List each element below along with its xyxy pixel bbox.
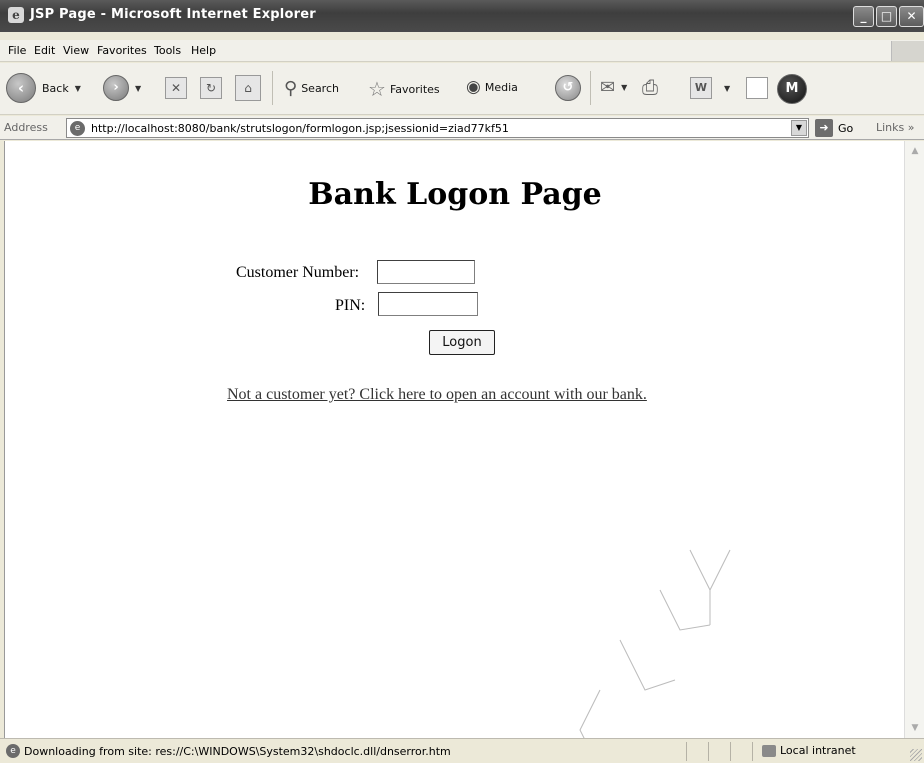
home-button[interactable]: ⌂ [235, 75, 261, 101]
go-arrow-icon: ➜ [815, 119, 833, 137]
search-icon: ⚲ [284, 78, 298, 99]
address-bar: Address e http://localhost:8080/bank/str… [0, 116, 924, 140]
windows-logo-icon [891, 41, 924, 61]
toolbar-separator [272, 71, 273, 105]
address-label: Address [4, 121, 48, 134]
media-icon: ◉ [466, 77, 481, 97]
favorites-label: Favorites [389, 82, 440, 96]
resize-grip[interactable] [910, 749, 922, 761]
chevron-down-icon: ▼ [135, 83, 142, 93]
discuss-icon [746, 77, 768, 99]
forward-arrow-icon: › [103, 75, 129, 101]
back-label: Back [42, 81, 69, 95]
logon-button[interactable]: Logon [429, 330, 495, 355]
address-url: http://localhost:8080/bank/strutslogon/f… [91, 122, 509, 135]
go-label: Go [838, 121, 854, 135]
standard-toolbar: ‹ Back ▼ › ▼ ✕ ↻ ⌂ ⚲ Search ☆ Favorites … [0, 63, 924, 115]
messenger-icon: M [777, 74, 807, 104]
status-divider [686, 742, 687, 761]
menu-tools[interactable]: Tools [154, 44, 181, 57]
page-status-icon: e [6, 744, 20, 758]
zone-label: Local intranet [780, 744, 856, 757]
open-account-link[interactable]: Not a customer yet? Click here to open a… [227, 386, 647, 404]
search-button[interactable]: ⚲ Search [284, 78, 339, 99]
home-icon: ⌂ [235, 75, 261, 101]
status-divider [730, 742, 731, 761]
menu-file[interactable]: File [8, 44, 26, 57]
favorites-button[interactable]: ☆ Favorites [368, 77, 440, 101]
ie-app-icon: e [8, 7, 24, 23]
discuss-button[interactable] [746, 77, 768, 99]
toolbar-separator [590, 71, 591, 105]
status-text: Downloading from site: res://C:\WINDOWS\… [24, 745, 451, 758]
customer-number-input[interactable] [377, 260, 475, 284]
media-label: Media [484, 80, 518, 94]
pin-input[interactable] [378, 292, 478, 316]
refresh-button[interactable]: ↻ [200, 77, 222, 99]
status-divider [752, 742, 753, 761]
word-icon: W [690, 77, 712, 99]
history-button[interactable]: ↺ [555, 75, 581, 101]
chevron-down-icon: ▼ [724, 83, 731, 93]
print-button[interactable]: ⎙ [642, 75, 658, 99]
media-button[interactable]: ◉ Media [466, 77, 518, 97]
status-divider [708, 742, 709, 761]
messenger-button[interactable]: M [777, 74, 807, 104]
browser-window: e JSP Page - Microsoft Internet Explorer… [0, 0, 924, 763]
search-label: Search [301, 82, 339, 95]
menu-view[interactable]: View [63, 44, 89, 57]
chevron-down-icon: ▼ [621, 83, 628, 92]
page-icon: e [70, 121, 85, 136]
scroll-up-icon[interactable]: ▲ [907, 143, 923, 159]
title-bar: e JSP Page - Microsoft Internet Explorer… [0, 0, 924, 32]
forward-button[interactable]: › ▼ [103, 75, 141, 101]
menu-edit[interactable]: Edit [34, 44, 55, 57]
links-button[interactable]: Links » [876, 121, 914, 134]
go-button[interactable]: ➜ Go [815, 119, 853, 137]
maximize-button[interactable]: □ [876, 6, 897, 27]
refresh-icon: ↻ [200, 77, 222, 99]
security-zone: Local intranet [762, 744, 856, 757]
edit-button[interactable]: W ▼ [690, 77, 730, 99]
menu-help[interactable]: Help [191, 44, 216, 57]
mail-button[interactable]: ✉ ▼ [600, 77, 627, 98]
mail-icon: ✉ [600, 77, 616, 98]
vertical-scrollbar[interactable]: ▲ ▼ [904, 141, 924, 738]
pin-label: PIN: [335, 297, 366, 314]
print-icon: ⎙ [642, 75, 658, 99]
status-bar: e Downloading from site: res://C:\WINDOW… [0, 738, 924, 763]
back-button[interactable]: ‹ Back ▼ [6, 73, 81, 103]
star-icon: ☆ [368, 77, 386, 101]
menu-favorites[interactable]: Favorites [97, 44, 147, 57]
close-button[interactable]: ✕ [899, 6, 924, 27]
customer-number-label: Customer Number: [236, 264, 360, 281]
minimize-button[interactable]: _ [853, 6, 874, 27]
window-title: JSP Page - Microsoft Internet Explorer [30, 7, 316, 22]
history-icon: ↺ [555, 75, 581, 101]
chevron-down-icon[interactable]: ▼ [791, 120, 807, 136]
address-input[interactable]: e http://localhost:8080/bank/strutslogon… [66, 118, 809, 138]
page-content: Bank Logon Page Customer Number: PIN: Lo… [4, 141, 904, 738]
scroll-down-icon[interactable]: ▼ [907, 720, 923, 736]
chevron-down-icon: ▼ [74, 83, 81, 93]
stop-button[interactable]: ✕ [165, 77, 187, 99]
intranet-icon [762, 744, 776, 757]
menu-bar: File Edit View Favorites Tools Help [0, 40, 924, 62]
page-title: Bank Logon Page [308, 177, 602, 212]
back-arrow-icon: ‹ [6, 73, 36, 103]
stop-icon: ✕ [165, 77, 187, 99]
